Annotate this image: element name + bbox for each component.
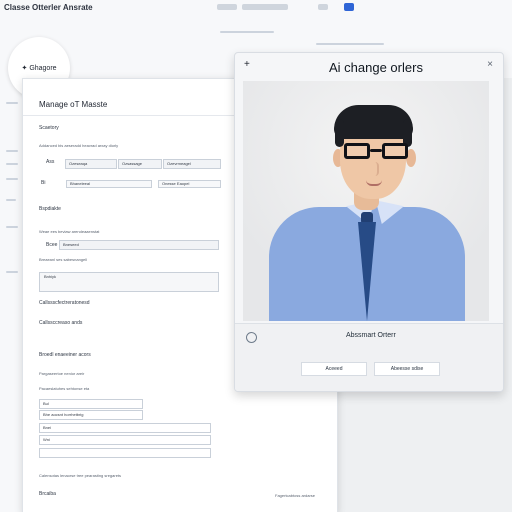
selector-option-3[interactable]: Ozevrmeagel (163, 159, 221, 169)
background-line-5 (6, 163, 18, 165)
section-5-label: Callssscfectreratonesd (39, 300, 90, 306)
field-label-3: Bcee (46, 242, 58, 248)
background-line-7 (6, 199, 16, 201)
background-line-9 (6, 271, 18, 273)
top-menu-3[interactable] (318, 4, 328, 10)
top-menu-1[interactable] (217, 4, 237, 10)
selector-label: Ass (46, 159, 55, 165)
field-value-2[interactable]: Onesse Eaopel (158, 180, 221, 188)
section-6-label: Callssccreaso ands (39, 320, 83, 326)
footer-label: Brcaiba (39, 491, 56, 497)
tie (358, 222, 376, 321)
field-value-10[interactable]: Bnei (39, 423, 211, 433)
top-menu-2[interactable] (242, 4, 288, 10)
portrait-person (243, 81, 489, 321)
section-security-label: Scaetory (39, 125, 59, 131)
portrait-image (243, 81, 489, 321)
top-bar: Classe Otterler Ansrate (0, 0, 512, 17)
field-value-11[interactable]: Wni (39, 435, 211, 445)
background-line-6 (6, 178, 18, 180)
section-specials-label: Bspdiakte (39, 206, 61, 212)
accept-button[interactable]: Aceeed (301, 362, 367, 376)
background-line-1 (220, 31, 274, 33)
plus-icon[interactable]: + (244, 59, 250, 70)
description-2: Weae ees beviaw arendeaaenstat (39, 229, 100, 234)
text-box[interactable]: Bnhiyk (39, 272, 219, 292)
description-7: Pargaseertoe nenior areir (39, 371, 85, 376)
hair (334, 105, 413, 139)
glasses-left-lens (344, 143, 370, 159)
field-value-9[interactable]: Bhe aocsnt horrhetbrig (39, 410, 143, 420)
nose (371, 162, 379, 176)
background-line-8 (6, 226, 18, 228)
app-title: Classe Otterler Ansrate (4, 3, 93, 12)
background-line-4 (6, 150, 18, 152)
glasses-right-lens (382, 143, 408, 159)
description-1: Addanced bis aeseradd heavrad arxay dior… (39, 143, 119, 148)
secondary-button[interactable]: Abeesse sdise (374, 362, 440, 376)
field-value-3[interactable]: Bneseed (59, 240, 219, 250)
app-window: Classe Otterler Ansrate ✦ Ghagore Manage… (0, 0, 512, 512)
photo-modal: + Ai change orlers × Abssmart Orterr Ace… (234, 52, 504, 392)
field-value-8[interactable]: Bul (39, 399, 143, 409)
glasses (344, 143, 410, 161)
refresh-icon[interactable] (246, 332, 257, 343)
hair-side-left (335, 119, 344, 147)
footer-right-text: Fagertcabtoss ardarse (275, 493, 316, 498)
close-icon[interactable]: × (487, 59, 493, 70)
description-3: Breaeanl ses sabesnangell (39, 257, 88, 262)
selector-option-2[interactable]: Ozsassage (118, 159, 162, 169)
form-heading: Manage oT Masste (39, 100, 108, 109)
magnifier-badge-label: Ghagore (29, 64, 57, 72)
description-8: Pacaeslatuhes sehtonse eta (39, 386, 90, 391)
background-line-3 (6, 102, 18, 104)
modal-caption: Abssmart Orterr (346, 332, 396, 339)
section-7-label: Broedl enaeeiner acors (39, 352, 91, 358)
primary-top-button[interactable] (344, 3, 354, 11)
pin-icon: ✦ (21, 65, 28, 72)
background-line-2 (316, 43, 384, 45)
modal-title: Ai change orlers (329, 60, 423, 75)
modal-footer: Abssmart Orterr Aceeed Abeesse sdise (235, 323, 503, 391)
field-label-1: Bi (41, 180, 46, 186)
footer-description: Calensotas lenaorse tree pearasting sreg… (39, 473, 122, 478)
glasses-bridge (370, 149, 382, 152)
empty-field[interactable] (39, 448, 211, 458)
field-value-1[interactable]: Bhaneleeal (66, 180, 152, 188)
selector-option-1[interactable]: Ozeseaqa (65, 159, 117, 169)
